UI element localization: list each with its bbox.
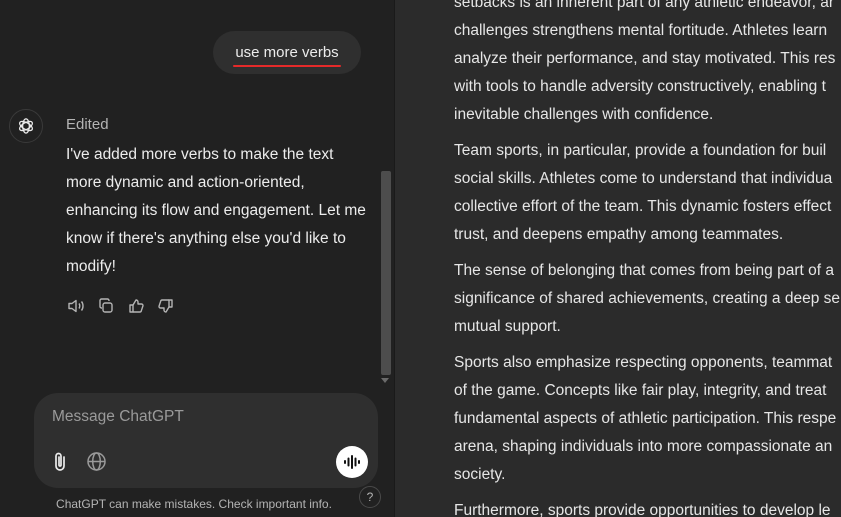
- document-body[interactable]: setbacks is an inherent part of any athl…: [454, 0, 841, 517]
- thumbs-up-button[interactable]: [126, 296, 145, 316]
- voice-mode-button[interactable]: [336, 446, 368, 478]
- message-composer: [34, 393, 378, 488]
- copy-icon: [98, 298, 113, 313]
- chat-scrollbar-thumb[interactable]: [381, 171, 391, 375]
- paperclip-icon: [55, 452, 65, 471]
- app-root: use more verbs Edited I've added more ve…: [0, 0, 841, 517]
- read-aloud-icon: [67, 299, 84, 313]
- document-paragraph: Sports also emphasize respecting opponen…: [454, 354, 837, 483]
- document-paragraph: Team sports, in particular, provide a fo…: [454, 142, 833, 243]
- document-paragraph: Furthermore, sports provide opportunitie…: [454, 502, 831, 517]
- thumbs-up-icon: [128, 299, 144, 313]
- document-paragraph: The sense of belonging that comes from b…: [454, 262, 841, 335]
- user-message-bubble: use more verbs: [213, 31, 361, 74]
- globe-icon: [87, 452, 106, 471]
- disclaimer-text: ChatGPT can make mistakes. Check importa…: [56, 497, 332, 511]
- scroll-down-arrow-icon[interactable]: [381, 378, 389, 383]
- voice-waveform-icon: [344, 455, 360, 469]
- web-search-button[interactable]: [86, 451, 107, 472]
- document-panel: setbacks is an inherent part of any athl…: [395, 0, 841, 517]
- attach-button[interactable]: [51, 451, 71, 473]
- edited-status: Edited: [66, 116, 109, 133]
- copy-button[interactable]: [96, 296, 115, 316]
- message-input[interactable]: [52, 408, 352, 426]
- read-aloud-button[interactable]: [66, 296, 85, 316]
- thumbs-down-button[interactable]: [156, 296, 175, 316]
- assistant-message: I've added more verbs to make the text m…: [66, 146, 366, 275]
- chat-panel: use more verbs Edited I've added more ve…: [0, 0, 395, 517]
- message-actions: [66, 296, 175, 316]
- thumbs-down-icon: [157, 299, 173, 313]
- document-paragraph: setbacks is an inherent part of any athl…: [454, 0, 836, 123]
- help-button[interactable]: ?: [359, 486, 381, 508]
- chatgpt-logo-icon: [9, 109, 43, 143]
- user-message-text: use more verbs: [233, 43, 342, 67]
